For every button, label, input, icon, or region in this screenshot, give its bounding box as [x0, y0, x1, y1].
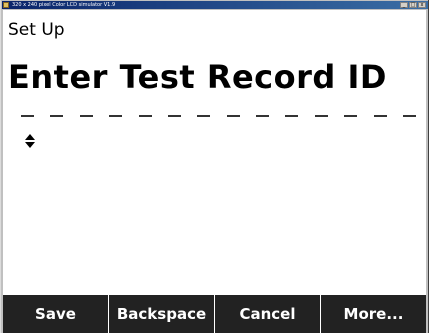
entry-slot: [285, 115, 299, 117]
entry-slot: [79, 115, 93, 117]
entry-slot: [197, 115, 211, 117]
close-button[interactable]: x: [418, 2, 426, 8]
entry-slot: [402, 115, 416, 117]
entry-slot: [373, 115, 387, 117]
backspace-softkey[interactable]: Backspace: [109, 295, 215, 333]
entry-slot: [50, 115, 64, 117]
entry-slot: [344, 115, 358, 117]
entry-slot: [314, 115, 328, 117]
entry-slot: [256, 115, 269, 117]
prompt-heading: Enter Test Record ID: [8, 58, 387, 96]
entry-slot: [226, 115, 240, 117]
up-down-arrows-icon[interactable]: [24, 132, 36, 150]
lcd-app-icon: [3, 2, 9, 8]
save-softkey[interactable]: Save: [3, 295, 109, 333]
more-softkey[interactable]: More...: [321, 295, 426, 333]
record-id-entry-field[interactable]: [21, 111, 416, 121]
softkey-bar: Save Backspace Cancel More...: [3, 295, 426, 333]
simulator-window: 320 x 240 pixel Color LCD simulator V1.9…: [0, 0, 429, 333]
entry-slot: [21, 115, 34, 117]
window-title: 320 x 240 pixel Color LCD simulator V1.9: [12, 2, 116, 8]
screen-title: Set Up: [8, 20, 65, 40]
window-titlebar[interactable]: 320 x 240 pixel Color LCD simulator V1.9…: [2, 1, 428, 9]
entry-slot: [138, 115, 152, 117]
entry-slot: [167, 115, 181, 117]
entry-slot: [109, 115, 123, 117]
minimize-button[interactable]: _: [400, 2, 408, 8]
window-controls: _ □ x: [400, 2, 426, 9]
cancel-softkey[interactable]: Cancel: [215, 295, 321, 333]
maximize-button[interactable]: □: [409, 2, 417, 8]
lcd-screen: Set Up Enter Test Record ID Save Backspa…: [3, 10, 426, 333]
